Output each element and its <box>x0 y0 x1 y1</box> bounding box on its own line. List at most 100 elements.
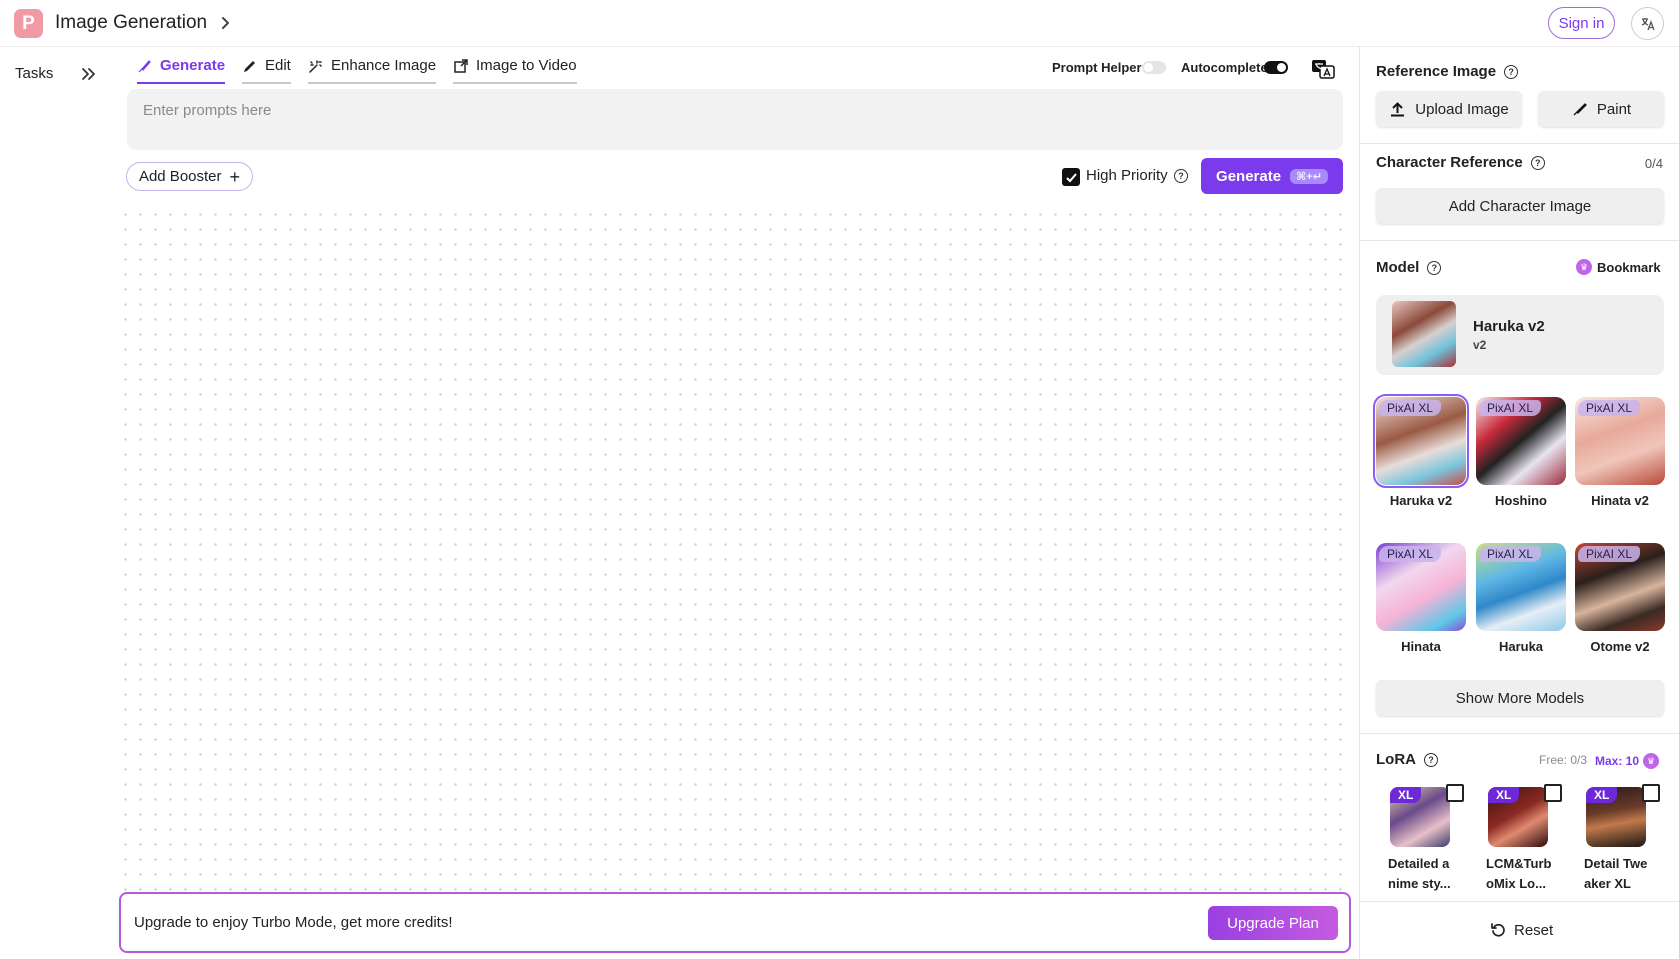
reset-icon <box>1491 923 1505 937</box>
check-icon <box>1065 172 1077 182</box>
lora-tag: XL <box>1488 787 1520 803</box>
divider <box>1360 240 1679 241</box>
translate-prompt-icon[interactable] <box>1311 58 1335 80</box>
model-tile-haruka-v2[interactable]: PixAI XL Haruka v2 <box>1373 394 1469 508</box>
lora-item[interactable]: XL LCM&Turb oMix Lo... <box>1474 784 1562 894</box>
translate-icon <box>1641 17 1655 30</box>
character-reference-label: Character Reference <box>1376 154 1523 171</box>
upgrade-plan-button[interactable]: Upgrade Plan <box>1208 906 1338 940</box>
model-tag: PixAI XL <box>1479 400 1542 416</box>
tab-underline <box>242 82 291 84</box>
character-reference-title: Character Reference ? <box>1376 154 1545 171</box>
high-priority-label: High Priority <box>1086 167 1168 184</box>
help-icon[interactable]: ? <box>1530 155 1545 170</box>
top-bar: P Image Generation Sign in <box>0 0 1679 47</box>
lora-thumbnail: XL <box>1390 787 1450 847</box>
brush-icon <box>1573 102 1587 115</box>
lora-checkbox[interactable] <box>1544 784 1562 802</box>
lora-name-line2: nime sty... <box>1388 876 1451 891</box>
model-name: Haruka v2 <box>1389 493 1453 508</box>
lora-item[interactable]: XL Detailed a nime sty... <box>1376 784 1464 894</box>
model-tag: PixAI XL <box>1578 546 1641 562</box>
bookmark-label: Bookmark <box>1597 259 1661 275</box>
lora-tag: XL <box>1586 787 1618 803</box>
model-tile-hoshino[interactable]: PixAI XL Hoshino <box>1476 397 1566 508</box>
bookmark-button[interactable]: ♛ Bookmark <box>1576 259 1661 275</box>
app-logo[interactable]: P <box>14 9 43 38</box>
model-tile-haruka[interactable]: PixAI XL Haruka <box>1476 543 1566 654</box>
model-image: PixAI XL <box>1575 543 1665 631</box>
language-button[interactable] <box>1631 7 1664 40</box>
model-tag: PixAI XL <box>1578 400 1641 416</box>
plus-icon: + <box>229 166 241 187</box>
chevron-right-icon[interactable] <box>217 12 235 34</box>
paint-label: Paint <box>1596 100 1632 118</box>
model-image: PixAI XL <box>1476 397 1566 485</box>
sparkle-icon <box>309 60 322 73</box>
shortcut-badge: ⌘+↵ <box>1290 168 1328 184</box>
high-priority-checkbox[interactable] <box>1062 168 1080 186</box>
tab-underline <box>308 82 437 84</box>
show-more-models-button[interactable]: Show More Models <box>1376 680 1664 716</box>
autocomplete-label: Autocomplete <box>1181 60 1268 75</box>
character-count: 0/4 <box>1644 156 1663 171</box>
upload-image-button[interactable]: Upload Image <box>1376 91 1522 127</box>
help-icon[interactable]: ? <box>1504 64 1519 79</box>
help-icon[interactable]: ? <box>1174 169 1188 183</box>
add-booster-label: Add Booster <box>138 168 222 185</box>
lora-max-count: Max: 10 ♛ <box>1595 753 1660 769</box>
reference-image-title: Reference Image ? <box>1376 63 1519 80</box>
help-icon[interactable]: ? <box>1424 752 1438 767</box>
lora-title: LoRA ? <box>1376 751 1438 768</box>
prompt-input[interactable] <box>127 89 1343 150</box>
lora-name-line1: Detailed a <box>1388 856 1450 871</box>
model-thumbnail <box>1392 301 1456 367</box>
model-title: Model ? <box>1376 259 1442 276</box>
current-model-version: v2 <box>1473 338 1487 352</box>
upload-image-label: Upload Image <box>1415 100 1509 118</box>
model-tag: PixAI XL <box>1379 400 1442 416</box>
lora-name-line1: LCM&Turb <box>1486 856 1552 871</box>
tab-image-to-video[interactable]: Image to Video <box>453 57 577 87</box>
pencil-icon <box>244 61 255 72</box>
lora-checkbox[interactable] <box>1446 784 1464 802</box>
tasks-label[interactable]: Tasks <box>15 65 53 82</box>
model-name: Haruka <box>1498 639 1544 654</box>
generate-button[interactable]: Generate ⌘+↵ <box>1201 158 1343 194</box>
tab-edit[interactable]: Edit <box>242 57 291 87</box>
paint-button[interactable]: Paint <box>1538 91 1664 127</box>
lora-label: LoRA <box>1376 751 1416 768</box>
prompt-helper-label: Prompt Helper <box>1052 60 1142 75</box>
model-tile-hinata-v2[interactable]: PixAI XL Hinata v2 <box>1575 397 1665 508</box>
model-name: Hoshino <box>1495 493 1547 508</box>
divider <box>1360 901 1679 902</box>
add-character-image-button[interactable]: Add Character Image <box>1376 188 1664 224</box>
current-model-card[interactable]: Haruka v2 v2 <box>1376 295 1664 375</box>
prompt-helper-toggle[interactable] <box>1142 61 1166 74</box>
sign-in-button[interactable]: Sign in <box>1548 7 1615 39</box>
upload-icon <box>1391 101 1405 116</box>
reset-label: Reset <box>1514 922 1554 939</box>
model-image: PixAI XL <box>1476 543 1566 631</box>
add-booster-button[interactable]: Add Booster + <box>126 162 253 191</box>
lora-free-count: Free: 0/3 <box>1539 753 1588 767</box>
model-label: Model <box>1376 259 1420 276</box>
help-icon[interactable]: ? <box>1427 260 1442 275</box>
upgrade-text: Upgrade to enjoy Turbo Mode, get more cr… <box>134 914 453 931</box>
tab-enhance-image[interactable]: Enhance Image <box>308 57 437 87</box>
settings-panel: Reference Image ? Upload Image Paint Cha… <box>1359 47 1679 959</box>
reset-button[interactable]: Reset <box>1490 922 1553 939</box>
reference-image-label: Reference Image <box>1376 63 1497 80</box>
model-name: Otome v2 <box>1590 639 1650 654</box>
lora-checkbox[interactable] <box>1642 784 1660 802</box>
double-chevron-right-icon[interactable] <box>80 64 98 84</box>
tab-edit-label: Edit <box>265 57 291 74</box>
model-tile-hinata[interactable]: PixAI XL Hinata <box>1376 543 1466 654</box>
generation-canvas <box>118 207 1348 893</box>
model-image: PixAI XL <box>1575 397 1665 485</box>
autocomplete-toggle[interactable] <box>1264 61 1288 74</box>
tab-generate[interactable]: Generate <box>137 57 226 87</box>
lora-item[interactable]: XL Detail Twe aker XL <box>1572 784 1660 894</box>
divider <box>1360 143 1679 144</box>
model-tile-otome-v2[interactable]: PixAI XL Otome v2 <box>1575 543 1665 654</box>
